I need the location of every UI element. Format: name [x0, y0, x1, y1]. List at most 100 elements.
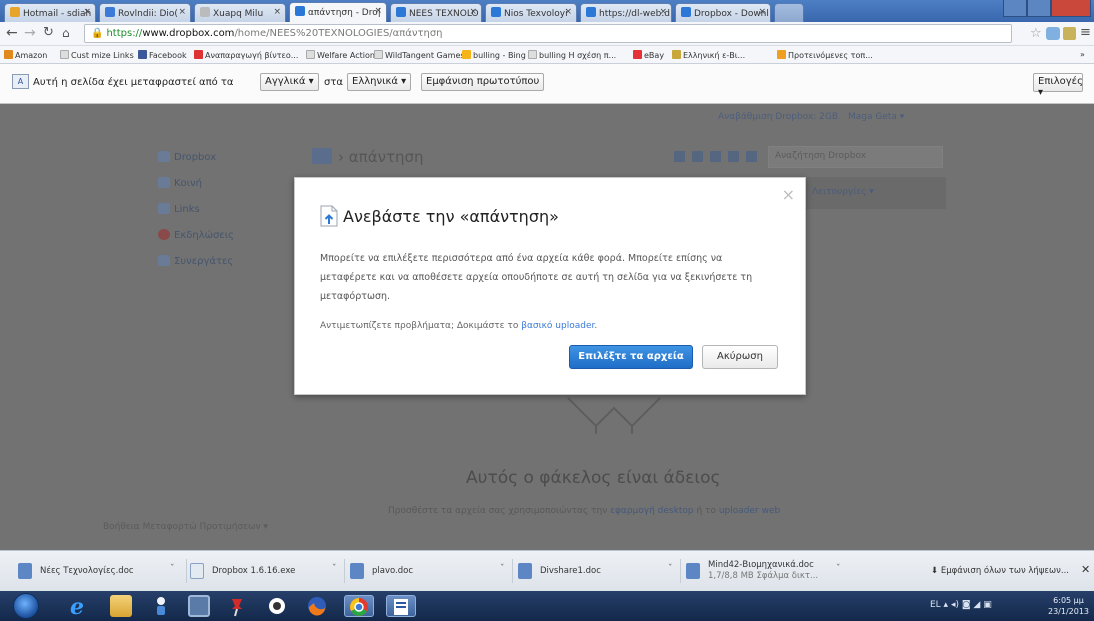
show-all-downloads-link[interactable]: ⬇ Εμφάνιση όλων των λήψεων...	[931, 566, 1069, 576]
sidebar-item-dropbox[interactable]: Dropbox	[158, 151, 216, 163]
basic-uploader-link[interactable]: βασικό uploader	[521, 321, 594, 331]
translate-icon: A	[12, 74, 29, 89]
browser-tab[interactable]: Dropbox - Downl ×	[675, 3, 771, 22]
close-icon[interactable]: ✕	[1081, 563, 1090, 576]
bookmark-item[interactable]: bulling - Bing	[462, 50, 526, 60]
tab-label: Nios Texvoloyi	[504, 9, 568, 19]
close-window-button[interactable]	[1051, 0, 1091, 17]
bookmark-item[interactable]: Facebook	[138, 50, 187, 60]
sidebar-item-collaborators[interactable]: Συνεργάτες	[158, 255, 233, 267]
sidebar-item-links[interactable]: Links	[158, 203, 200, 215]
bookmark-item[interactable]: Προτεινόμενες τοπ...	[777, 50, 873, 60]
chrome-icon[interactable]	[344, 595, 374, 617]
new-tab-button[interactable]	[774, 3, 804, 22]
upgrade-link[interactable]: Αναβάθμιση Dropbox: 2GB	[718, 112, 838, 122]
word-app-icon[interactable]	[386, 595, 416, 617]
extension-icon[interactable]	[1046, 27, 1060, 40]
download-item[interactable]: plavo.doc ˇ	[350, 559, 508, 585]
browser-tab-active[interactable]: απάντηση - Dro| ×	[289, 2, 387, 22]
target-language-select[interactable]: Ελληνικά ▾	[347, 73, 412, 91]
chevron-down-icon[interactable]: ˇ	[668, 564, 673, 574]
translate-options-button[interactable]: Επιλογές ▾	[1033, 73, 1083, 98]
chevron-down-icon[interactable]: ˇ	[500, 564, 505, 574]
system-tray[interactable]: EL ▴ ◂) ◙ ◢ ▣	[930, 600, 992, 610]
media-app-icon[interactable]	[188, 595, 210, 617]
browser-tab[interactable]: Rovlndii: Dio(×	[99, 3, 191, 22]
bookmark-item[interactable]: eBay	[633, 50, 664, 60]
bookmark-item[interactable]: Ελληνική ε-Βι...	[672, 50, 745, 60]
download-item[interactable]: Νέες Τεχνολογίες.doc ˇ	[18, 559, 178, 585]
taskbar-clock[interactable]: 6:05 μμ 23/1/2013	[1048, 595, 1089, 617]
close-icon[interactable]: ×	[782, 185, 795, 204]
desktop-app-link[interactable]: εφαρμογή desktop	[610, 506, 693, 516]
tab-close-icon[interactable]: ×	[178, 7, 186, 17]
tab-label: Rovlndii: Dio(	[118, 9, 178, 19]
word-doc-icon	[518, 563, 532, 579]
file-explorer-icon[interactable]	[110, 595, 132, 617]
show-original-button[interactable]: Εμφάνιση πρωτοτύπου	[421, 73, 545, 91]
maximize-button[interactable]	[1027, 0, 1051, 17]
share-folder-icon[interactable]	[710, 151, 721, 162]
url-domain: www.dropbox.com	[142, 28, 235, 39]
browser-tab[interactable]: NEES TEXNOLO ×	[390, 3, 482, 22]
globe-app-icon[interactable]	[266, 595, 288, 617]
download-item[interactable]: Mind42-Βιομηχανικά.doc 1,7/8,8 MB Σφάλμα …	[686, 559, 846, 585]
url-input[interactable]: 🔒 https://www.dropbox.com/home/NEES%20TEX…	[84, 24, 1012, 43]
tab-close-icon[interactable]: ×	[758, 7, 766, 17]
actions-menu[interactable]: Λειτουργίες ▾	[812, 187, 874, 197]
minimize-button[interactable]	[1003, 0, 1027, 17]
dropbox-favicon-icon	[586, 7, 596, 17]
source-language-select[interactable]: Αγγλικά ▾	[260, 73, 319, 91]
account-menu[interactable]: Maga Geta ▾	[848, 112, 904, 122]
reload-icon[interactable]: ↻	[43, 25, 54, 40]
menu-icon[interactable]: ≡	[1080, 25, 1091, 40]
tab-close-icon[interactable]: ×	[273, 7, 281, 17]
web-uploader-link[interactable]: uploader web	[719, 506, 780, 516]
chevron-down-icon[interactable]: ˇ	[170, 564, 175, 574]
tab-close-icon[interactable]: ×	[469, 7, 477, 17]
bookmark-item[interactable]: Welfare Action	[306, 50, 375, 60]
link-icon[interactable]	[728, 151, 739, 162]
upload-icon[interactable]	[674, 151, 685, 162]
breadcrumb-current[interactable]: απάντηση	[349, 148, 424, 166]
tab-close-icon[interactable]: ×	[659, 7, 667, 17]
hint-end: .	[594, 321, 598, 331]
bookmark-item[interactable]: WildTangent Games	[374, 50, 465, 60]
amazon-icon	[4, 50, 13, 59]
choose-files-button[interactable]: Επιλέξτε τα αρχεία	[569, 345, 693, 369]
bookmark-label: Cust mize Links	[71, 51, 134, 60]
chevron-down-icon[interactable]: ˇ	[836, 564, 841, 574]
home-icon[interactable]: ⌂	[62, 26, 70, 40]
download-item[interactable]: Dropbox 1.6.16.exe ˇ	[190, 559, 340, 585]
browser-tab[interactable]: Nios Texvoloyi ×	[485, 3, 577, 22]
back-arrow-icon[interactable]: ←	[6, 25, 18, 41]
new-folder-icon[interactable]	[692, 151, 703, 162]
more-bookmarks-icon[interactable]: »	[1080, 50, 1085, 59]
tab-close-icon[interactable]: ×	[83, 7, 91, 17]
download-item[interactable]: Divshare1.doc ˇ	[518, 559, 676, 585]
browser-tab[interactable]: Xuapq Milu ×	[194, 3, 286, 22]
user-app-icon[interactable]	[150, 595, 172, 617]
chevron-down-icon[interactable]: ˇ	[332, 564, 337, 574]
start-button[interactable]	[13, 593, 39, 619]
tab-close-icon[interactable]: ×	[564, 7, 572, 17]
forward-arrow-icon[interactable]: →	[24, 25, 36, 41]
bookmark-item[interactable]: bulling Η σχέση π...	[528, 50, 616, 60]
bookmark-item[interactable]: Cust mize Links	[60, 50, 134, 60]
cancel-button[interactable]: Ακύρωση	[702, 345, 778, 369]
trash-icon[interactable]	[746, 151, 757, 162]
extension-icon[interactable]	[1063, 27, 1076, 40]
bookmark-item[interactable]: Amazon	[4, 50, 47, 60]
tab-close-icon[interactable]: ×	[374, 6, 382, 16]
pin-app-icon[interactable]	[226, 595, 248, 617]
sidebar-item-events[interactable]: Εκδηλώσεις	[158, 229, 234, 241]
footer-links[interactable]: Βοήθεια Μεταφορτώ Προτιμήσεων ▾	[103, 522, 268, 532]
bookmark-item[interactable]: Αναπαραγωγή βίντεο...	[194, 50, 298, 60]
search-input[interactable]: Αναζήτηση Dropbox	[768, 146, 943, 168]
browser-tab[interactable]: https://dl-web.d ×	[580, 3, 672, 22]
internet-explorer-icon[interactable]: e	[68, 594, 90, 620]
browser-tab[interactable]: Hotmail - sdiah ×	[4, 3, 96, 22]
firefox-icon[interactable]	[306, 595, 328, 617]
sidebar-item-sharing[interactable]: Κοινή	[158, 177, 202, 189]
bookmark-star-icon[interactable]: ☆	[1030, 26, 1042, 41]
